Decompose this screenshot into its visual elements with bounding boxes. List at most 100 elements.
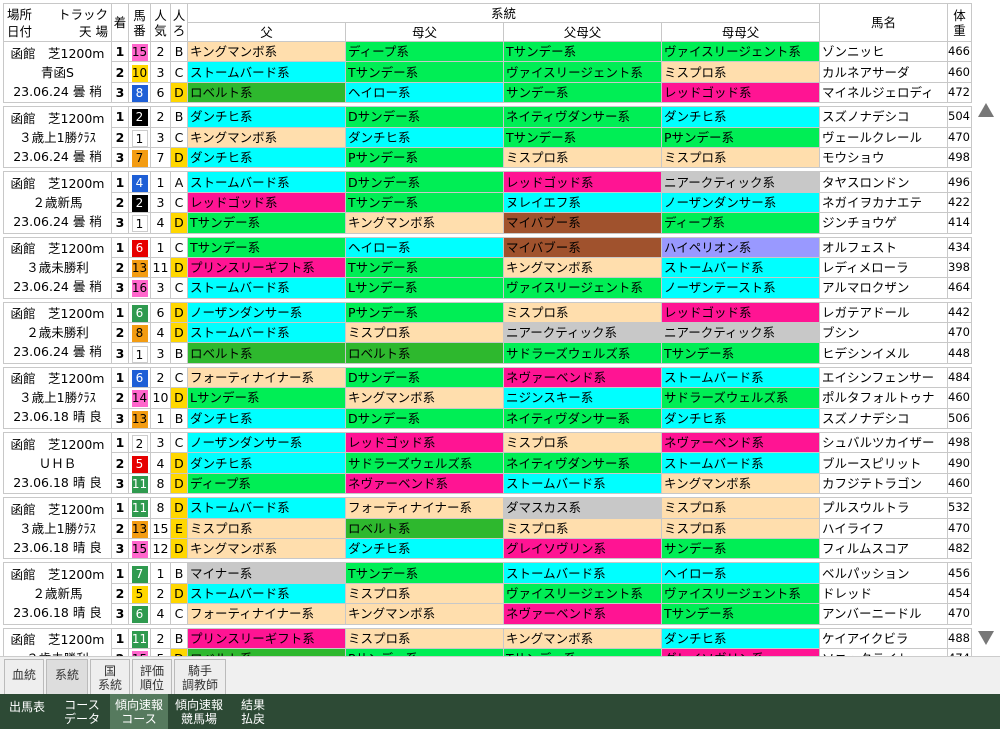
- nav-trend-racecourse[interactable]: 傾向速報 競馬場: [170, 694, 228, 729]
- race-row: 3 13 1 B ダンチヒ系 Dサンデー系 ネイティヴダンサー系 ダンチヒ系 スズノナデシコ 50…: [4, 407, 973, 430]
- nav-trend-course[interactable]: 傾向速報 コース: [110, 694, 168, 729]
- header-father: 父: [187, 22, 346, 42]
- nav-results[interactable]: 結果 払戻: [230, 694, 276, 729]
- father-line-cell: ノーザンダンサー系: [187, 432, 346, 454]
- father-line-cell: フォーティナイナー系: [187, 603, 346, 625]
- horse-name-cell[interactable]: ブルースピリット: [819, 452, 949, 474]
- horse-name-cell[interactable]: ドレッド: [819, 582, 949, 605]
- race-info[interactable]: 函館 芝1200m ２歳新馬 23.06.18 晴 良: [3, 562, 112, 625]
- mother-father-line-cell: ヘイロー系: [345, 236, 504, 258]
- race-info[interactable]: 函館 芝1200m ３歳上1勝ｸﾗｽ 23.06.24 曇 稍: [3, 106, 112, 169]
- horse-name-cell[interactable]: ポルタフォルトゥナ: [819, 387, 949, 409]
- rank-cell: 1: [111, 301, 129, 324]
- scroll-arrows[interactable]: [974, 95, 998, 655]
- grade-cell: D: [170, 582, 188, 605]
- mother-mother-father-line-cell: サドラーズウェルズ系: [660, 387, 821, 409]
- header-pop: 人気: [150, 3, 171, 42]
- popularity-cell: 2: [150, 106, 171, 128]
- horse-name-cell[interactable]: エイシンフェンサー: [819, 366, 949, 389]
- horse-name-cell[interactable]: ベルパッション: [819, 562, 949, 584]
- father-mother-father-line-cell: ニアークティック系: [503, 322, 662, 344]
- mother-father-line-cell: キングマンボ系: [345, 603, 504, 625]
- race-name: ３歳上1勝ｸﾗｽ: [19, 390, 96, 406]
- horse-name-cell[interactable]: ゾンニッヒ: [819, 40, 949, 63]
- header-rank: 着: [111, 3, 129, 42]
- race-info[interactable]: 函館 芝1200m ３歳上1勝ｸﾗｽ 23.06.18 晴 良: [3, 366, 112, 430]
- horse-name-cell[interactable]: オルフェスト: [819, 236, 949, 258]
- weight-cell: 460: [947, 472, 973, 495]
- race-place: 函館 芝1200m: [10, 175, 105, 191]
- mother-father-line-cell: Tサンデー系: [345, 256, 504, 279]
- weight-cell: 470: [947, 603, 973, 625]
- horse-number-cell: 13: [128, 517, 151, 539]
- father-mother-father-line-cell: ヴァイスリージェント系: [503, 582, 662, 605]
- nav-entries[interactable]: 出馬表: [0, 694, 54, 729]
- horse-name-cell[interactable]: レディメローラ: [819, 256, 949, 279]
- horse-number-badge: 15: [131, 44, 148, 61]
- horse-number-badge: 4: [131, 174, 148, 192]
- horse-name-cell[interactable]: ネガイヲカナエテ: [819, 191, 949, 214]
- horse-name-cell[interactable]: スズノナデシコ: [819, 106, 949, 128]
- race-info[interactable]: 函館 芝1200m ３歳上1勝ｸﾗｽ 23.06.18 晴 良: [3, 497, 112, 560]
- horse-name-cell[interactable]: タヤスロンドン: [819, 171, 949, 193]
- race-row: 2 1 3 C キングマンボ系 ダンチヒ系 Tサンデー系 Pサンデー系 ヴェールクレール 470: [4, 126, 973, 148]
- weight-cell: 470: [947, 126, 973, 148]
- tab-jockey-trainer[interactable]: 騎手 調教師: [174, 659, 226, 695]
- header-lineage: 系統: [186, 3, 821, 23]
- mother-father-line-cell: ロベルト系: [345, 517, 504, 539]
- rank-cell: 2: [111, 582, 129, 605]
- horse-number-cell: 8: [128, 81, 151, 104]
- horse-name-cell[interactable]: カルネアサーダ: [819, 61, 949, 83]
- horse-name-cell[interactable]: カフジテトラゴン: [819, 472, 949, 495]
- tab-lineage[interactable]: 系統: [46, 659, 88, 695]
- mother-father-line-cell: Pサンデー系: [345, 301, 504, 324]
- race-info[interactable]: 函館 芝1200m 青函S 23.06.24 曇 稍: [3, 40, 112, 104]
- horse-number-badge: 11: [131, 476, 148, 493]
- mother-mother-father-line-cell: ネヴァーベンド系: [660, 432, 821, 454]
- horse-name-cell[interactable]: ジンチョウゲ: [819, 212, 949, 234]
- father-line-cell: プリンスリーギフト系: [187, 256, 346, 279]
- race-info[interactable]: 函館 芝1200m ２歳新馬 23.06.24 曇 稍: [3, 171, 112, 234]
- horse-name-cell[interactable]: シュバルツカイザー: [819, 432, 949, 454]
- father-mother-father-line-cell: レッドゴッド系: [503, 171, 662, 193]
- horse-name-cell[interactable]: ケイアイクビラ: [819, 627, 949, 649]
- mother-mother-father-line-cell: ストームバード系: [660, 256, 821, 279]
- horse-number-badge: 14: [131, 390, 148, 408]
- horse-name-cell[interactable]: スズノナデシコ: [819, 407, 949, 430]
- race-row: 3 1 4 D Tサンデー系 キングマンボ系 マイバブー系 ディープ系 ジンチョウゲ 414: [4, 212, 973, 234]
- rank-cell: 3: [111, 603, 129, 625]
- weight-cell: 498: [947, 146, 973, 169]
- father-line-cell: ストームバード系: [187, 322, 346, 344]
- race-info[interactable]: 函館 芝1200m ３歳未勝利 23.06.24 曇 稍: [3, 236, 112, 299]
- rank-cell: 1: [111, 627, 129, 649]
- father-line-cell: ストームバード系: [187, 171, 346, 193]
- horse-name-cell[interactable]: ヒデシンイメル: [819, 342, 949, 364]
- weight-cell: 496: [947, 171, 973, 193]
- tab-country-lineage[interactable]: 国 系統: [90, 659, 130, 695]
- race-info[interactable]: 函館 芝1200m ＵＨＢ 23.06.18 晴 良: [3, 432, 112, 495]
- horse-number-badge: 13: [131, 520, 148, 538]
- horse-name-cell[interactable]: アンバーニードル: [819, 603, 949, 625]
- horse-name-cell[interactable]: プルスウルトラ: [819, 497, 949, 519]
- race-info[interactable]: 函館 芝1200m ２歳未勝利 23.06.24 曇 稍: [3, 301, 112, 364]
- grade-cell: D: [170, 537, 188, 560]
- weight-cell: 490: [947, 452, 973, 474]
- horse-name-cell[interactable]: フィルムスコア: [819, 537, 949, 560]
- horse-name-cell[interactable]: レガテアドール: [819, 301, 949, 324]
- horse-name-cell[interactable]: マイネルジェロディ: [819, 81, 949, 104]
- tab-rating-rank[interactable]: 評価 順位: [132, 659, 172, 695]
- horse-name-cell[interactable]: ヴェールクレール: [819, 126, 949, 148]
- horse-name-cell[interactable]: モウショウ: [819, 146, 949, 169]
- mother-mother-father-line-cell: ミスプロ系: [660, 146, 821, 169]
- father-mother-father-line-cell: キングマンボ系: [503, 256, 662, 279]
- race-place: 函館 芝1200m: [10, 306, 105, 322]
- horse-name-cell[interactable]: ブシン: [819, 322, 949, 344]
- horse-name-cell[interactable]: ハイライフ: [819, 517, 949, 539]
- rank-cell: 3: [111, 537, 129, 560]
- race-name: ２歳新馬: [32, 194, 83, 210]
- tab-pedigree[interactable]: 血統: [4, 659, 44, 695]
- race-row: 3 6 4 C フォーティナイナー系 キングマンボ系 ネヴァーベンド系 Tサンデー系 アンバーニ…: [4, 603, 973, 625]
- popularity-cell: 1: [150, 236, 171, 258]
- nav-course-data[interactable]: コース データ: [56, 694, 108, 729]
- horse-name-cell[interactable]: アルマロクザン: [819, 277, 949, 299]
